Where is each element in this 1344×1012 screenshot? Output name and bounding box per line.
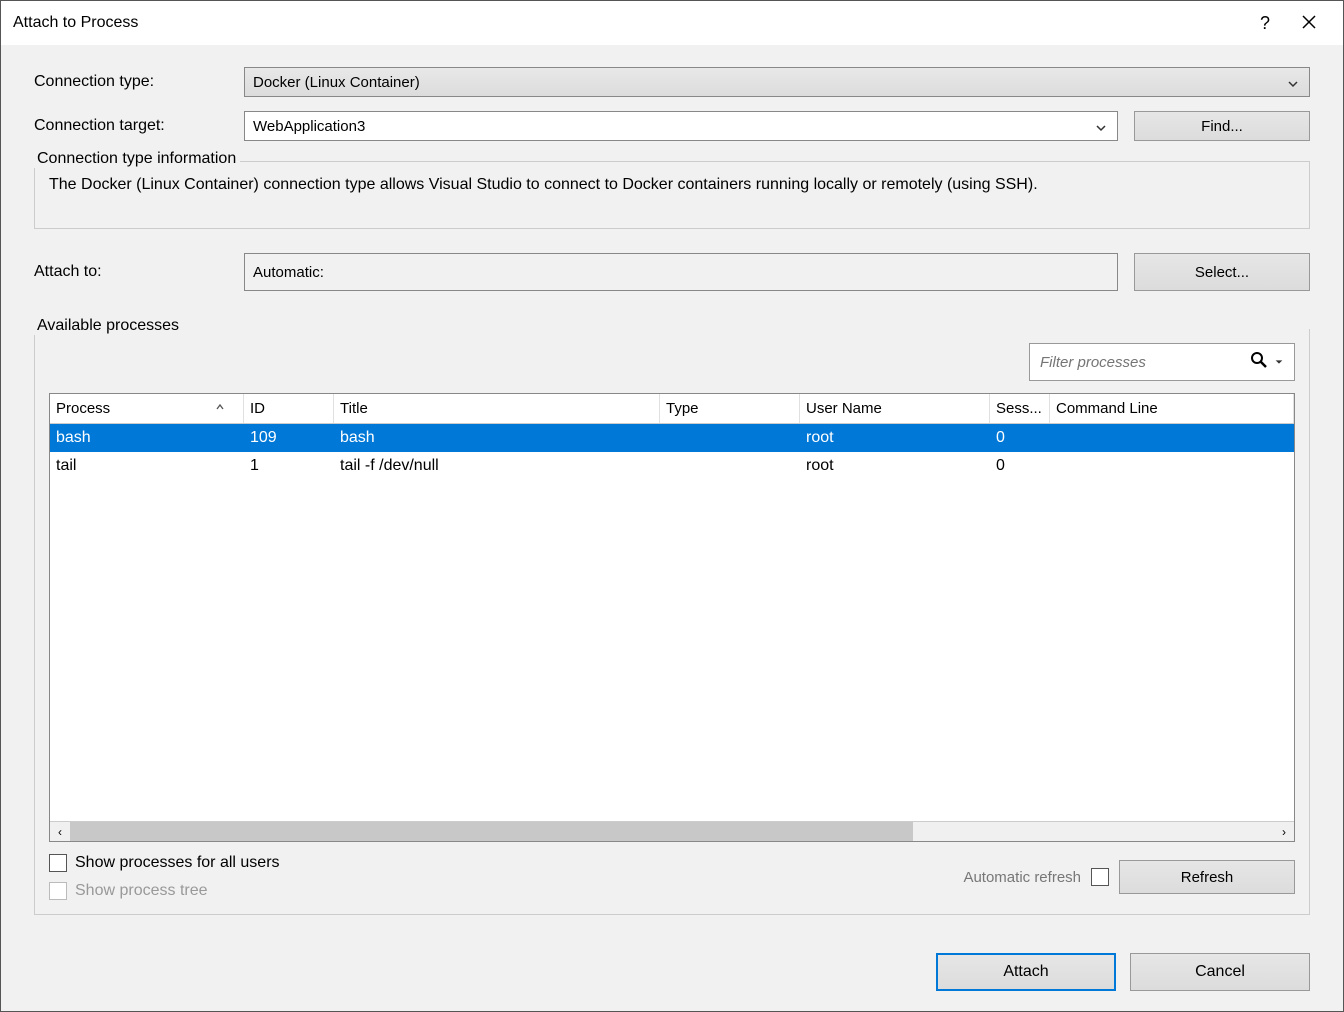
automatic-refresh-checkbox[interactable] <box>1091 868 1109 886</box>
connection-target-label: Connection target: <box>34 117 244 135</box>
filter-processes-box[interactable] <box>1029 343 1295 381</box>
filter-input[interactable] <box>1040 354 1244 371</box>
attach-to-value-box: Automatic: <box>244 253 1118 291</box>
right-controls: Automatic refresh Refresh <box>963 860 1295 894</box>
attach-to-row: Attach to: Automatic: Select... <box>34 253 1310 291</box>
horizontal-scrollbar[interactable]: ‹ › <box>50 821 1294 841</box>
scroll-left-icon[interactable]: ‹ <box>50 822 70 841</box>
connection-type-row: Connection type: Docker (Linux Container… <box>34 67 1310 97</box>
close-button[interactable] <box>1287 1 1331 45</box>
close-icon <box>1302 13 1316 34</box>
scroll-right-icon[interactable]: › <box>1274 822 1294 841</box>
scroll-track[interactable] <box>70 822 1274 841</box>
automatic-refresh-label: Automatic refresh <box>963 869 1081 886</box>
connection-type-label: Connection type: <box>34 73 244 91</box>
chevron-down-icon <box>1095 121 1107 138</box>
chevron-down-icon[interactable] <box>1274 354 1284 371</box>
show-process-tree-checkbox: Show process tree <box>49 882 963 900</box>
refresh-button[interactable]: Refresh <box>1119 860 1295 894</box>
table-header: Process ID Title Type User Name Sess... … <box>50 394 1294 424</box>
select-button[interactable]: Select... <box>1134 253 1310 291</box>
scroll-thumb[interactable] <box>70 822 913 841</box>
col-title[interactable]: Title <box>334 394 660 423</box>
connection-target-row: Connection target: WebApplication3 Find.… <box>34 111 1310 141</box>
attach-button[interactable]: Attach <box>936 953 1116 991</box>
connection-info-header: Connection type information <box>33 150 240 168</box>
col-process[interactable]: Process <box>50 394 244 423</box>
find-button[interactable]: Find... <box>1134 111 1310 141</box>
col-id[interactable]: ID <box>244 394 334 423</box>
connection-info-text: The Docker (Linux Container) connection … <box>49 176 1295 194</box>
checkbox-group: Show processes for all users Show proces… <box>49 854 963 900</box>
col-type[interactable]: Type <box>660 394 800 423</box>
chevron-down-icon <box>1287 77 1299 94</box>
attach-to-value: Automatic: <box>253 264 324 281</box>
checkbox-icon <box>49 854 67 872</box>
table-body: bash 109 bash root 0 tail 1 tail -f /dev… <box>50 424 1294 821</box>
connection-type-dropdown[interactable]: Docker (Linux Container) <box>244 67 1310 97</box>
content-area: Connection type: Docker (Linux Container… <box>1 45 1343 933</box>
help-button[interactable]: ? <box>1243 1 1287 45</box>
search-icon <box>1250 351 1268 373</box>
table-row[interactable]: bash 109 bash root 0 <box>50 424 1294 452</box>
sort-ascending-icon <box>215 399 225 416</box>
connection-type-value: Docker (Linux Container) <box>253 74 420 91</box>
connection-info-fieldset: Connection type information The Docker (… <box>34 161 1310 229</box>
titlebar: Attach to Process ? <box>1 1 1343 45</box>
attach-to-process-dialog: Attach to Process ? Connection type: Doc… <box>0 0 1344 1012</box>
process-table: Process ID Title Type User Name Sess... … <box>49 393 1295 842</box>
available-processes-label: Available processes <box>33 317 183 335</box>
cancel-button[interactable]: Cancel <box>1130 953 1310 991</box>
checkbox-icon <box>49 882 67 900</box>
available-processes-section: Available processes Process <box>34 329 1310 915</box>
col-user[interactable]: User Name <box>800 394 990 423</box>
table-row[interactable]: tail 1 tail -f /dev/null root 0 <box>50 452 1294 480</box>
attach-to-label: Attach to: <box>34 263 244 281</box>
col-session[interactable]: Sess... <box>990 394 1050 423</box>
window-title: Attach to Process <box>13 14 1243 32</box>
connection-target-value: WebApplication3 <box>253 118 365 135</box>
col-command-line[interactable]: Command Line <box>1050 394 1294 423</box>
below-table-row: Show processes for all users Show proces… <box>49 854 1295 900</box>
dialog-footer: Attach Cancel <box>1 933 1343 1011</box>
connection-target-combo[interactable]: WebApplication3 <box>244 111 1118 141</box>
filter-row <box>49 343 1295 381</box>
show-all-users-checkbox[interactable]: Show processes for all users <box>49 854 963 872</box>
